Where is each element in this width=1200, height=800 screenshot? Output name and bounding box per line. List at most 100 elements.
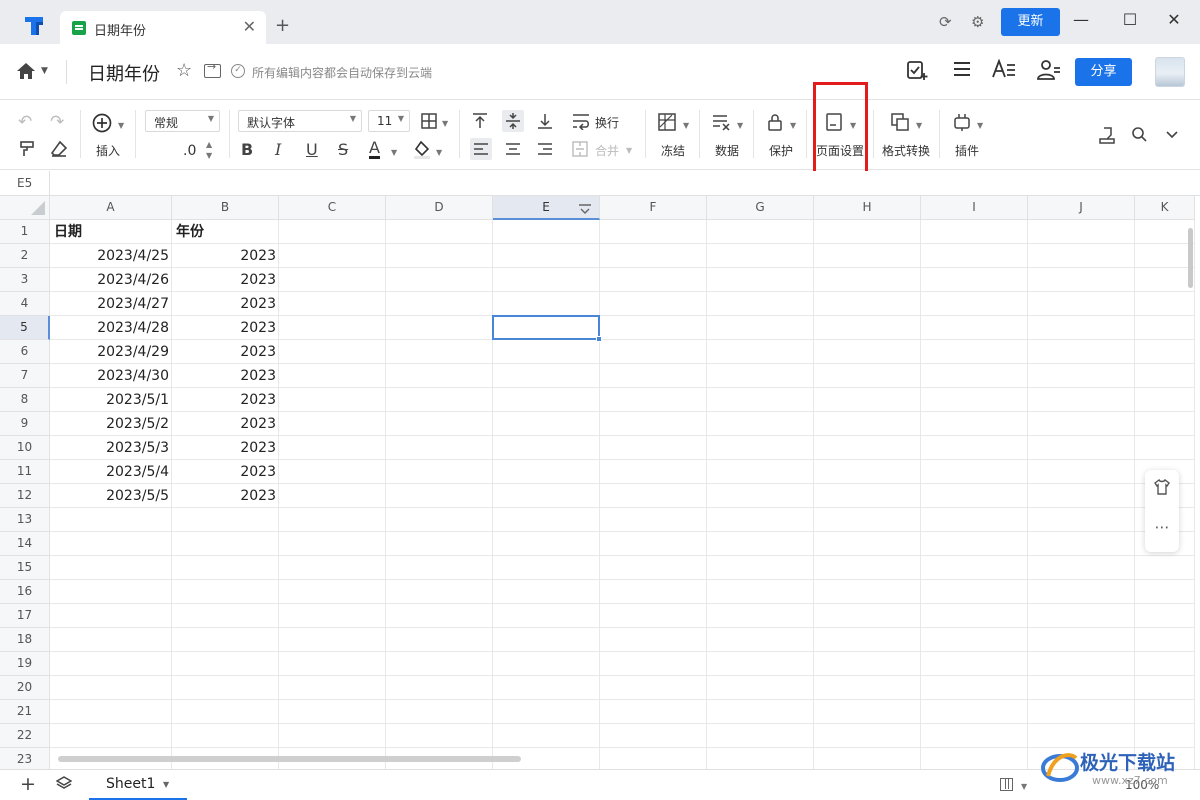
- row-header[interactable]: 23: [0, 748, 50, 769]
- fill-color-icon[interactable]: [413, 140, 431, 165]
- table-cell[interactable]: 年份: [176, 220, 204, 244]
- column-header[interactable]: F: [600, 196, 707, 220]
- row-header[interactable]: 1: [0, 220, 50, 244]
- table-cell[interactable]: 2023/4/27: [50, 292, 169, 316]
- column-header[interactable]: G: [707, 196, 814, 220]
- redo-icon[interactable]: ↷: [50, 112, 64, 132]
- maximize-button[interactable]: ☐: [1120, 10, 1140, 29]
- chevron-down-icon[interactable]: ▼: [436, 148, 442, 157]
- plugin-label[interactable]: 插件: [955, 142, 979, 159]
- row-header[interactable]: 14: [0, 532, 50, 556]
- freeze-icon[interactable]: [658, 113, 676, 136]
- table-cell[interactable]: 2023: [172, 388, 276, 412]
- sheet-list-icon[interactable]: [55, 776, 73, 794]
- spreadsheet-grid[interactable]: A B C D E F G H I J K 1 2 3 4 5 6 7 8 9 10 11 12 13 14 15 16 17 18 19…: [0, 196, 1200, 769]
- column-menu-icon[interactable]: [578, 201, 592, 215]
- data-label[interactable]: 数据: [715, 142, 739, 159]
- row-header[interactable]: 18: [0, 628, 50, 652]
- row-header[interactable]: 16: [0, 580, 50, 604]
- app-logo-icon[interactable]: [22, 14, 46, 38]
- search-icon[interactable]: [1131, 126, 1147, 147]
- merge-label[interactable]: 合并: [595, 142, 619, 159]
- row-header[interactable]: 4: [0, 292, 50, 316]
- table-cell[interactable]: 2023/5/1: [50, 388, 169, 412]
- row-header[interactable]: 19: [0, 652, 50, 676]
- document-tab[interactable]: 日期年份 ✕: [60, 11, 266, 44]
- move-to-folder-icon[interactable]: [204, 60, 221, 78]
- row-header[interactable]: 11: [0, 460, 50, 484]
- row-header[interactable]: 20: [0, 676, 50, 700]
- number-format-select[interactable]: 常规 ▼: [145, 110, 220, 132]
- selected-cell[interactable]: [492, 315, 600, 340]
- sheet-tab[interactable]: Sheet1 ▼: [89, 770, 187, 800]
- underline-button[interactable]: U: [306, 140, 318, 160]
- plugin-icon[interactable]: [953, 113, 971, 136]
- chevron-down-icon[interactable]: ▼: [737, 121, 743, 130]
- decrease-decimal-icon[interactable]: ▼: [206, 151, 212, 160]
- row-header[interactable]: 13: [0, 508, 50, 532]
- column-header[interactable]: J: [1028, 196, 1135, 220]
- font-family-select[interactable]: 默认字体 ▼: [238, 110, 362, 132]
- table-cell[interactable]: 2023/5/4: [50, 460, 169, 484]
- row-header[interactable]: 9: [0, 412, 50, 436]
- sync-icon[interactable]: ⟳: [939, 13, 952, 31]
- brush-icon[interactable]: [1098, 126, 1116, 149]
- new-tab-button[interactable]: +: [275, 16, 290, 36]
- table-cell[interactable]: 2023: [172, 484, 276, 508]
- insert-label[interactable]: 插入: [96, 142, 120, 159]
- border-icon[interactable]: [420, 112, 438, 135]
- row-header[interactable]: 22: [0, 724, 50, 748]
- column-header[interactable]: C: [279, 196, 386, 220]
- collaborators-icon[interactable]: [1036, 59, 1062, 85]
- table-cell[interactable]: 2023: [172, 412, 276, 436]
- table-cell[interactable]: 2023/4/26: [50, 268, 169, 292]
- table-cell[interactable]: 2023: [172, 244, 276, 268]
- table-cell[interactable]: 2023: [172, 340, 276, 364]
- vertical-scrollbar[interactable]: [1188, 228, 1193, 288]
- star-icon[interactable]: ☆: [176, 60, 192, 81]
- lock-icon[interactable]: [767, 113, 783, 136]
- chevron-down-icon[interactable]: ▼: [1021, 782, 1027, 791]
- chevron-down-icon[interactable]: ▼: [790, 121, 796, 130]
- row-header[interactable]: 21: [0, 700, 50, 724]
- align-top-icon[interactable]: [472, 112, 488, 135]
- fill-handle[interactable]: [596, 336, 602, 342]
- align-center-icon[interactable]: [505, 141, 521, 162]
- chevron-down-icon[interactable]: ▼: [118, 121, 124, 130]
- share-button[interactable]: 分享: [1075, 58, 1132, 86]
- chevron-down-icon[interactable]: ▼: [391, 148, 397, 157]
- chevron-down-icon[interactable]: ▼: [683, 121, 689, 130]
- strikethrough-button[interactable]: S: [338, 140, 348, 160]
- avatar[interactable]: [1155, 57, 1185, 87]
- minimize-button[interactable]: —: [1071, 10, 1091, 29]
- increase-decimal-icon[interactable]: ▲: [206, 140, 212, 149]
- clear-format-icon[interactable]: [50, 140, 68, 163]
- column-header[interactable]: I: [921, 196, 1028, 220]
- row-header[interactable]: 17: [0, 604, 50, 628]
- row-header[interactable]: 3: [0, 268, 50, 292]
- column-header[interactable]: D: [386, 196, 493, 220]
- chevron-down-icon[interactable]: ▼: [442, 119, 448, 128]
- row-header[interactable]: 7: [0, 364, 50, 388]
- table-cell[interactable]: 2023: [172, 460, 276, 484]
- data-icon[interactable]: [712, 113, 732, 136]
- row-header[interactable]: 2: [0, 244, 50, 268]
- italic-button[interactable]: I: [275, 140, 281, 160]
- row-header[interactable]: 10: [0, 436, 50, 460]
- format-convert-label[interactable]: 格式转换: [882, 142, 930, 159]
- format-painter-icon[interactable]: [19, 140, 35, 163]
- align-bottom-icon[interactable]: [537, 112, 553, 135]
- table-cell[interactable]: 2023: [172, 268, 276, 292]
- align-left-icon[interactable]: [470, 138, 492, 160]
- row-header[interactable]: 15: [0, 556, 50, 580]
- table-cell[interactable]: 2023/4/25: [50, 244, 169, 268]
- align-middle-icon[interactable]: [502, 110, 524, 132]
- table-cell[interactable]: 2023: [172, 436, 276, 460]
- menu-icon[interactable]: [949, 59, 975, 85]
- font-color-button[interactable]: A: [369, 139, 380, 159]
- table-cell[interactable]: 2023: [172, 292, 276, 316]
- table-cell[interactable]: 2023/5/2: [50, 412, 169, 436]
- chevron-down-icon[interactable]: ▼: [163, 780, 169, 789]
- wrap-text-icon[interactable]: [572, 112, 590, 135]
- horizontal-scrollbar[interactable]: [58, 756, 521, 762]
